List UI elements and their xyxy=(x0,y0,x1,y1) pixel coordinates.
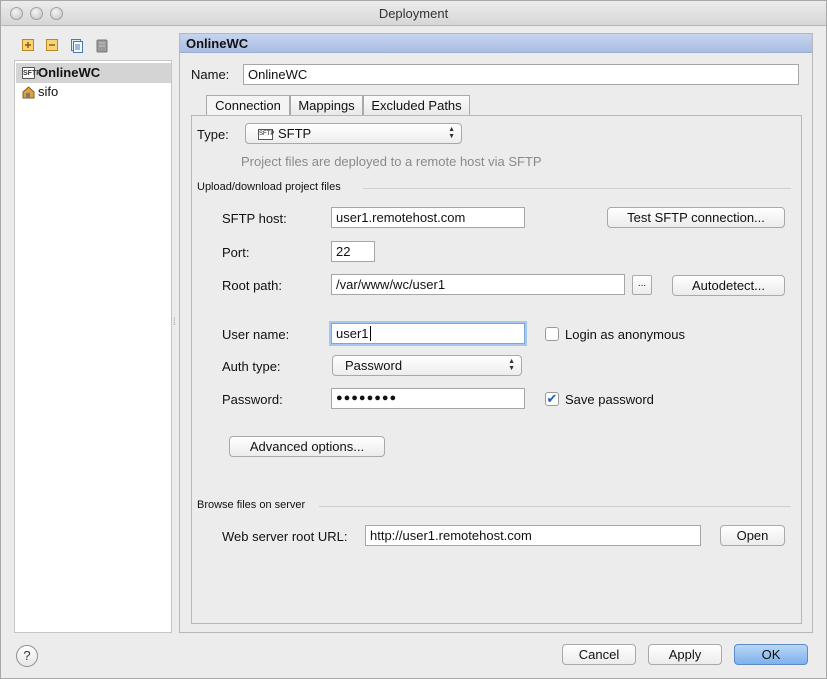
remove-icon[interactable] xyxy=(45,39,59,53)
server-item-label: OnlineWC xyxy=(38,65,101,80)
user-name-label: User name: xyxy=(222,327,290,342)
type-select-value: SFTP xyxy=(278,126,312,141)
password-label: Password: xyxy=(222,392,283,407)
browse-root-path-button[interactable]: ... xyxy=(632,275,652,295)
auth-type-label: Auth type: xyxy=(222,359,281,374)
ok-button[interactable]: OK xyxy=(734,644,808,665)
port-field[interactable]: 22 xyxy=(331,241,375,262)
server-item-label: sifo xyxy=(38,84,59,99)
save-password-label: Save password xyxy=(565,392,654,407)
type-label: Type: xyxy=(197,127,229,142)
open-url-button[interactable]: Open xyxy=(720,525,785,546)
user-name-value: user1 xyxy=(336,326,369,341)
local-server-icon xyxy=(22,86,35,99)
web-server-root-url-field[interactable]: http://user1.remotehost.com xyxy=(365,525,701,546)
web-server-root-url-label: Web server root URL: xyxy=(222,529,348,544)
type-hint: Project files are deployed to a remote h… xyxy=(241,154,542,169)
server-list: SFTP OnlineWC sifo xyxy=(14,60,172,633)
tab-mappings[interactable]: Mappings xyxy=(290,95,363,116)
type-select[interactable]: SFTP SFTP ▲ ▼ xyxy=(245,123,462,144)
user-name-field[interactable]: user1 xyxy=(331,323,525,344)
name-label: Name: xyxy=(191,67,230,82)
browse-section-title: Browse files on server xyxy=(197,499,306,511)
password-field[interactable]: ●●●●●●●● xyxy=(331,388,525,409)
upload-section-title: Upload/download project files xyxy=(197,181,341,193)
sftp-icon: SFTP xyxy=(22,67,41,79)
add-icon[interactable] xyxy=(21,39,35,53)
root-path-field[interactable]: /var/www/wc/user1 xyxy=(331,274,625,295)
title-bar: Deployment xyxy=(1,1,826,26)
section-divider xyxy=(363,188,791,189)
sftp-icon: SFTP xyxy=(258,129,274,141)
deployment-dialog: Deployment SFTP OnlineWC sifo ⁞ OnlineWC… xyxy=(0,0,827,679)
tab-excluded-paths[interactable]: Excluded Paths xyxy=(363,95,470,116)
root-path-label: Root path: xyxy=(222,278,282,293)
apply-button[interactable]: Apply xyxy=(648,644,722,665)
name-field[interactable]: OnlineWC xyxy=(243,64,799,85)
help-button[interactable]: ? xyxy=(16,645,38,667)
sftp-host-label: SFTP host: xyxy=(222,211,287,226)
advanced-options-button[interactable]: Advanced options... xyxy=(229,436,385,457)
auth-type-value: Password xyxy=(345,358,403,373)
autodetect-button[interactable]: Autodetect... xyxy=(672,275,785,296)
server-icon[interactable] xyxy=(95,39,109,53)
test-sftp-connection-button[interactable]: Test SFTP connection... xyxy=(607,207,785,228)
section-divider xyxy=(319,506,791,507)
window-title: Deployment xyxy=(378,6,449,21)
text-cursor xyxy=(369,326,371,341)
server-item-sifo[interactable]: sifo xyxy=(16,82,171,102)
copy-icon[interactable] xyxy=(70,39,84,53)
auth-type-select[interactable]: Password ▲ ▼ xyxy=(332,355,522,376)
tab-connection[interactable]: Connection xyxy=(206,95,290,116)
sftp-host-field[interactable]: user1.remotehost.com xyxy=(331,207,525,228)
cancel-button[interactable]: Cancel xyxy=(562,644,636,665)
login-anonymous-checkbox[interactable] xyxy=(545,327,559,341)
login-anonymous-label: Login as anonymous xyxy=(565,327,685,342)
splitter-handle[interactable]: ⁞ xyxy=(173,318,177,335)
save-password-checkbox[interactable]: ✔ xyxy=(545,392,559,406)
select-arrows-icon: ▲ ▼ xyxy=(508,358,515,372)
server-item-onlinewc[interactable]: SFTP OnlineWC xyxy=(16,63,171,83)
select-arrows-icon: ▲ ▼ xyxy=(448,126,455,140)
port-label: Port: xyxy=(222,245,250,260)
panel-header: OnlineWC xyxy=(180,34,812,53)
